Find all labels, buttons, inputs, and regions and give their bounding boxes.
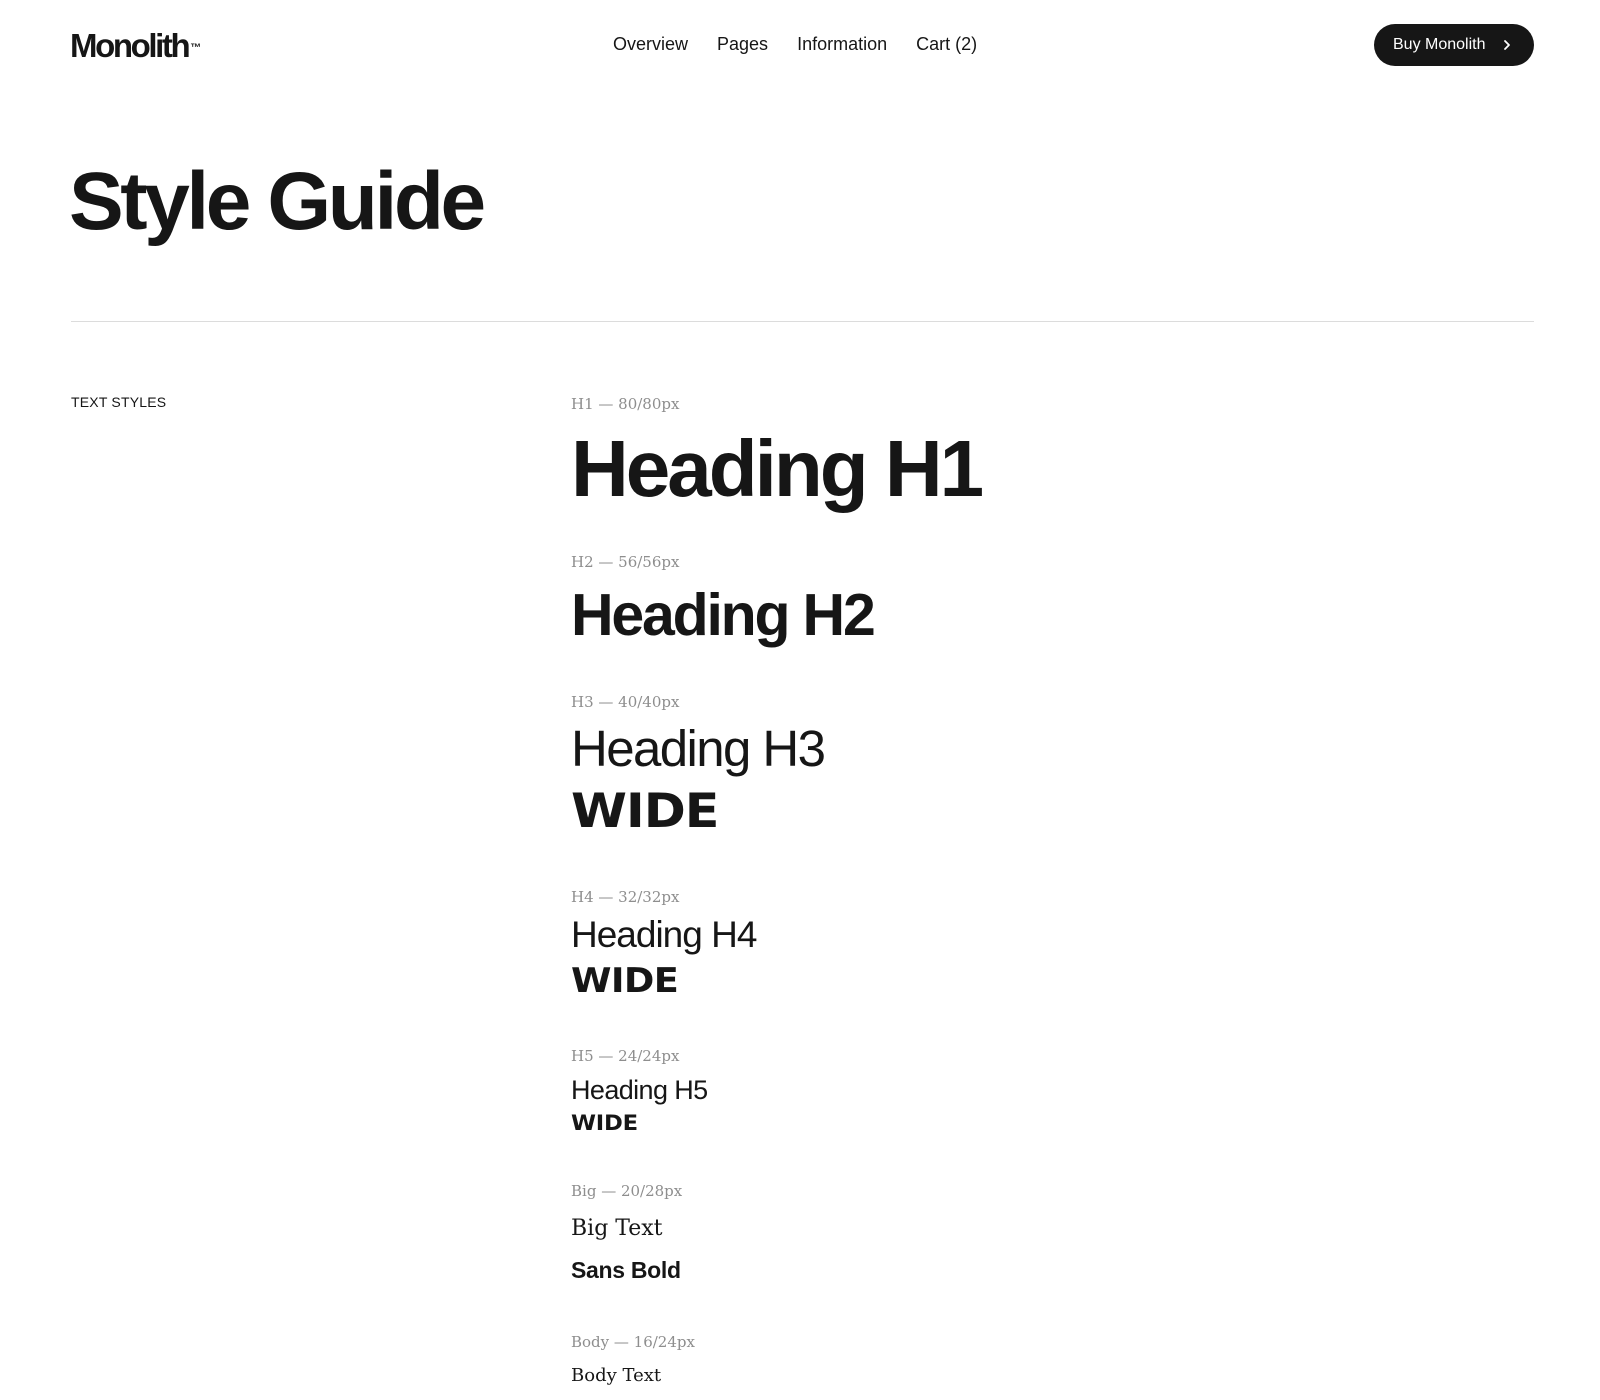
h1-spec: H1 — 80/80px — [571, 395, 680, 413]
buy-button-label: Buy Monolith — [1393, 36, 1486, 53]
big-text-sample: Big Text — [571, 1216, 663, 1241]
nav-overview-link[interactable]: Overview — [613, 32, 688, 56]
logo-text: Monolith — [70, 27, 191, 64]
buy-monolith-button[interactable]: Buy Monolith — [1374, 24, 1534, 66]
h5-wide-sample: WIDE — [571, 1111, 638, 1135]
sans-bold-sample: Sans Bold — [571, 1257, 681, 1283]
h5-spec: H5 — 24/24px — [571, 1047, 680, 1065]
nav-information-link[interactable]: Information — [797, 32, 887, 56]
h5-sample: Heading H5 — [571, 1075, 708, 1105]
h2-sample: Heading H2 — [571, 582, 876, 648]
h4-wide-sample: WIDE — [571, 961, 679, 1001]
h3-wide-sample: WIDE — [571, 784, 719, 839]
big-spec: Big — 20/28px — [571, 1182, 683, 1200]
h4-sample: Heading H4 — [571, 914, 757, 955]
chevron-right-icon — [1504, 40, 1510, 50]
page-title: Style Guide — [69, 156, 486, 247]
h1-sample: Heading H1 — [571, 424, 984, 513]
h2-spec: H2 — 56/56px — [571, 553, 680, 571]
title-divider — [71, 321, 1534, 322]
h4-spec: H4 — 32/32px — [571, 888, 680, 906]
h3-spec: H3 — 40/40px — [571, 693, 680, 711]
nav-cart-link[interactable]: Cart (2) — [916, 32, 977, 56]
body-text-sample: Body Text — [571, 1365, 662, 1386]
trademark-mark: ™ — [190, 42, 202, 54]
site-header: Monolith ™ Overview Pages Information Car… — [0, 0, 1600, 90]
logo[interactable]: Monolith ™ — [70, 26, 201, 66]
nav-pages-link[interactable]: Pages — [717, 32, 768, 56]
h3-sample: Heading H3 — [571, 720, 826, 777]
body-spec: Body — 16/24px — [571, 1333, 695, 1351]
main-nav: Overview Pages Information Cart (2) — [613, 32, 977, 56]
text-styles-label: TEXT STYLES — [71, 394, 167, 410]
